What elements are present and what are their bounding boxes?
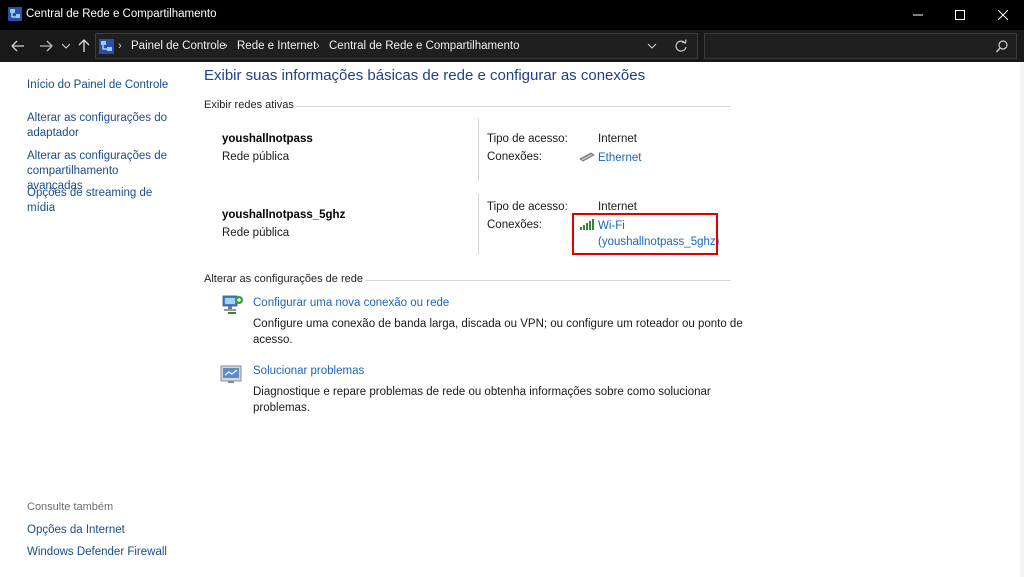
breadcrumb-separator-icon: ›: [118, 40, 122, 52]
section-divider: [365, 280, 731, 281]
access-type-value: Internet: [598, 201, 637, 213]
breadcrumb-separator-icon: ›: [224, 40, 228, 52]
highlight-annotation: [572, 213, 718, 255]
maximize-icon: [955, 10, 965, 20]
page-title: Exibir suas informações básicas de rede …: [204, 67, 646, 84]
new-connection-icon: [222, 295, 243, 314]
connections-label: Conexões:: [487, 219, 542, 231]
access-type-value: Internet: [598, 133, 637, 145]
navigation-bar: › Painel de Controle › Rede e Internet ›…: [0, 30, 1024, 62]
sidebar-link-adapter-settings[interactable]: Alterar as configurações do adaptador: [27, 111, 177, 141]
setup-new-connection-description: Configure uma conexão de banda larga, di…: [253, 318, 743, 346]
arrow-left-icon: [11, 40, 24, 52]
sidebar-link-media-streaming[interactable]: Opções de streaming de mídia: [27, 186, 177, 216]
search-icon: [996, 40, 1008, 53]
up-button[interactable]: [76, 36, 92, 56]
network-name: youshallnotpass_5ghz: [222, 209, 346, 221]
network-name: youshallnotpass: [222, 133, 313, 145]
arrow-right-icon: [40, 40, 53, 52]
refresh-icon: [675, 39, 687, 52]
breadcrumb-separator-icon: ›: [316, 40, 320, 52]
ethernet-connection-link[interactable]: Ethernet: [598, 150, 641, 166]
sidebar-link-control-panel-home[interactable]: Início do Painel de Controle: [27, 78, 177, 93]
maximize-button[interactable]: [937, 0, 983, 30]
address-bar[interactable]: › Painel de Controle › Rede e Internet ›…: [95, 33, 698, 59]
see-also-caption: Consulte também: [27, 501, 114, 513]
title-bar: Central de Rede e Compartilhamento: [0, 0, 1024, 30]
network-divider: [478, 194, 479, 254]
network-profile-link[interactable]: Rede pública: [222, 151, 289, 163]
active-networks-label: Exibir redes ativas: [204, 99, 294, 111]
sidebar-link-defender-firewall[interactable]: Windows Defender Firewall: [27, 545, 177, 560]
control-panel-icon: [99, 39, 114, 54]
arrow-up-icon: [78, 39, 90, 52]
access-type-label: Tipo de acesso:: [487, 133, 568, 145]
network-divider: [478, 118, 479, 181]
access-type-label: Tipo de acesso:: [487, 201, 568, 213]
scrollbar-track[interactable]: [1020, 62, 1024, 577]
minimize-button[interactable]: [895, 0, 941, 30]
search-input[interactable]: [704, 33, 1017, 59]
connections-label: Conexões:: [487, 151, 542, 163]
troubleshoot-link[interactable]: Solucionar problemas: [253, 365, 364, 377]
breadcrumb-network-internet[interactable]: Rede e Internet: [237, 40, 316, 52]
breadcrumb-control-panel[interactable]: Painel de Controle: [131, 40, 226, 52]
close-icon: [998, 10, 1008, 20]
address-history-button[interactable]: [647, 39, 657, 56]
back-button[interactable]: [8, 36, 28, 56]
chevron-down-icon: [62, 43, 70, 49]
setup-new-connection-link[interactable]: Configurar uma nova conexão ou rede: [253, 297, 449, 309]
refresh-button[interactable]: [674, 38, 688, 57]
troubleshoot-description: Diagnostique e repare problemas de rede …: [253, 386, 711, 414]
forward-button[interactable]: [36, 36, 56, 56]
network-center-icon: [8, 7, 22, 21]
section-divider: [295, 106, 731, 107]
ethernet-icon: [579, 152, 595, 162]
minimize-icon: [913, 14, 923, 16]
troubleshoot-icon: [220, 365, 242, 383]
breadcrumb-network-center[interactable]: Central de Rede e Compartilhamento: [329, 40, 520, 52]
recent-locations-button[interactable]: [60, 36, 72, 56]
window-title: Central de Rede e Compartilhamento: [26, 8, 217, 20]
close-button[interactable]: [980, 0, 1024, 30]
change-settings-label: Alterar as configurações de rede: [204, 273, 363, 285]
chevron-down-icon: [647, 43, 657, 49]
sidebar-link-internet-options[interactable]: Opções da Internet: [27, 523, 177, 538]
network-profile-link[interactable]: Rede pública: [222, 227, 289, 239]
